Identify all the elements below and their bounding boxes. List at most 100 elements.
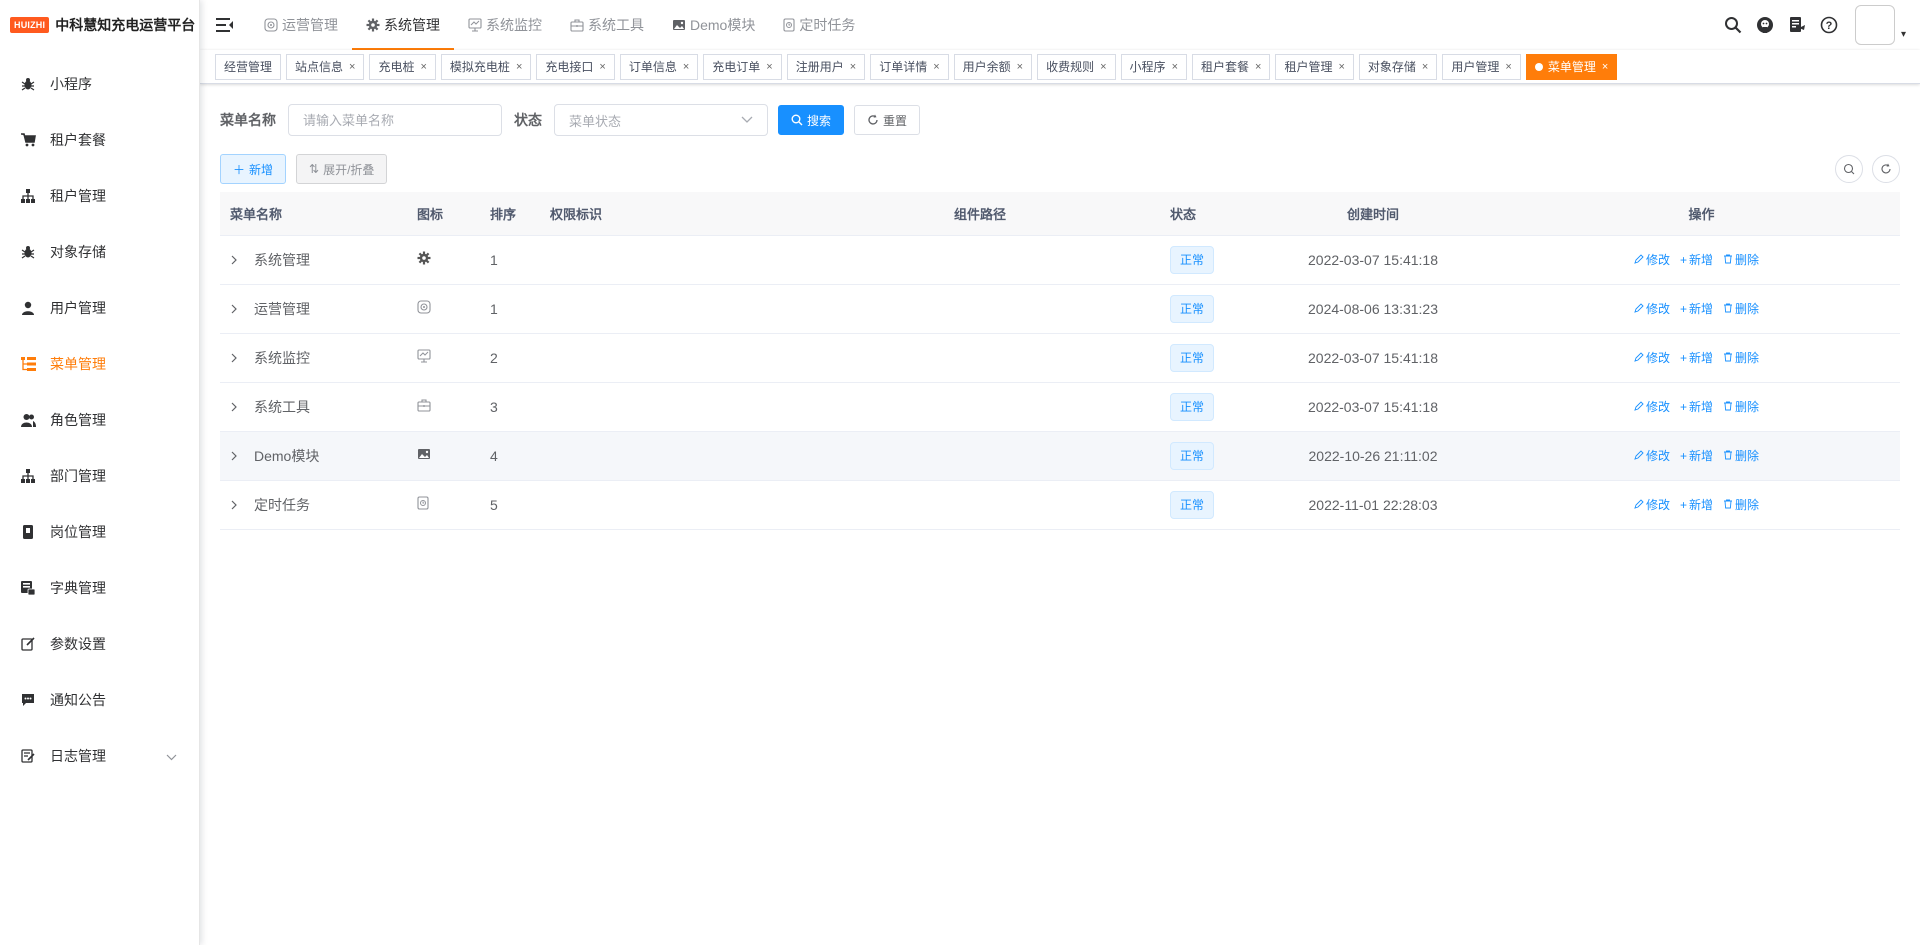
close-icon[interactable]: ×	[1422, 55, 1428, 79]
search-icon[interactable]	[1720, 12, 1746, 38]
close-icon[interactable]: ×	[1255, 55, 1261, 79]
status-select-placeholder: 菜单状态	[569, 113, 622, 129]
close-icon[interactable]: ×	[349, 55, 355, 79]
chevron-right-icon[interactable]	[230, 353, 250, 363]
delete-button[interactable]: 删除	[1723, 496, 1759, 513]
topnav-item-3[interactable]: 系统工具	[556, 0, 658, 50]
close-icon[interactable]: ×	[1172, 55, 1178, 79]
sidebar-item-7[interactable]: 部门管理	[0, 448, 199, 504]
sidebar-item-12[interactable]: 日志管理	[0, 728, 199, 784]
tag-4[interactable]: 充电接口 ×	[536, 53, 615, 80]
close-icon[interactable]: ×	[1505, 55, 1511, 79]
topnav-item-0[interactable]: 运营管理	[250, 0, 352, 50]
tag-5[interactable]: 订单信息 ×	[619, 53, 699, 80]
sidebar-item-9[interactable]: 字典管理	[0, 560, 199, 616]
chevron-down-icon	[741, 116, 753, 123]
add-child-button[interactable]: + 新增	[1680, 349, 1713, 366]
tag-3[interactable]: 模拟充电桩 ×	[440, 53, 532, 80]
delete-button[interactable]: 删除	[1723, 447, 1759, 464]
tag-16[interactable]: 菜单管理 ×	[1525, 53, 1618, 80]
help-icon[interactable]: ?	[1816, 12, 1842, 38]
edit-button[interactable]: 修改	[1634, 251, 1670, 268]
caret-down-icon[interactable]: ▾	[1901, 29, 1906, 40]
toggle-search-button[interactable]	[1835, 155, 1863, 183]
chevron-right-icon[interactable]	[230, 402, 250, 412]
status-select[interactable]: 菜单状态	[554, 104, 768, 136]
close-icon[interactable]: ×	[683, 55, 689, 79]
edit-button[interactable]: 修改	[1634, 349, 1670, 366]
tag-15[interactable]: 用户管理 ×	[1442, 53, 1521, 80]
tag-13[interactable]: 租户管理 ×	[1275, 53, 1354, 80]
sidebar-item-4[interactable]: 用户管理	[0, 280, 199, 336]
edit-label: 修改	[1645, 302, 1670, 317]
sidebar-item-2[interactable]: 租户管理	[0, 168, 199, 224]
cell-menu-name: 定时任务	[220, 480, 407, 530]
edit-button[interactable]: 修改	[1634, 447, 1670, 464]
edit-button[interactable]: 修改	[1634, 300, 1670, 317]
close-icon[interactable]: ×	[420, 55, 426, 79]
tag-10[interactable]: 收费规则 ×	[1037, 53, 1116, 80]
close-icon[interactable]: ×	[766, 55, 772, 79]
tag-2[interactable]: 充电桩 ×	[369, 53, 436, 80]
sidebar-item-label: 通知公告	[50, 692, 106, 708]
github-icon[interactable]	[1752, 12, 1778, 38]
tag-14[interactable]: 对象存储 ×	[1358, 53, 1438, 80]
tag-0[interactable]: 经营管理	[215, 53, 282, 80]
close-icon[interactable]: ×	[1100, 55, 1106, 79]
edit-icon	[20, 636, 36, 652]
add-child-button[interactable]: + 新增	[1680, 300, 1713, 317]
topnav-item-5[interactable]: 定时任务	[769, 0, 869, 50]
edit-button[interactable]: 修改	[1634, 398, 1670, 415]
edit-label: 修改	[1645, 253, 1670, 268]
edit-button[interactable]: 修改	[1634, 496, 1670, 513]
close-icon[interactable]: ×	[599, 55, 605, 79]
tag-1[interactable]: 站点信息 ×	[286, 53, 365, 80]
reset-button[interactable]: 重置	[854, 105, 921, 135]
add-child-button[interactable]: + 新增	[1680, 447, 1713, 464]
close-icon[interactable]: ×	[933, 55, 939, 79]
refresh-table-button[interactable]	[1872, 155, 1900, 183]
delete-button[interactable]: 删除	[1723, 349, 1759, 366]
sidebar-item-8[interactable]: 岗位管理	[0, 504, 199, 560]
document-icon[interactable]	[1784, 12, 1810, 38]
cell-ops: 修改 + 新增 删除	[1503, 431, 1900, 481]
avatar[interactable]	[1854, 5, 1895, 45]
sidebar-item-6[interactable]: 角色管理	[0, 392, 199, 448]
search-button[interactable]: 搜索	[778, 105, 845, 135]
sidebar-item-3[interactable]: 对象存储	[0, 224, 199, 280]
delete-button[interactable]: 删除	[1723, 398, 1759, 415]
sidebar-item-10[interactable]: 参数设置	[0, 616, 199, 672]
logo[interactable]: HUIZHI 中科慧知充电运营平台	[0, 0, 199, 50]
sidebar-item-0[interactable]: 小程序	[0, 56, 199, 112]
tag-9[interactable]: 用户余额 ×	[953, 53, 1033, 80]
topnav-item-2[interactable]: 系统监控	[454, 0, 556, 50]
add-child-button[interactable]: + 新增	[1680, 398, 1713, 415]
chevron-right-icon[interactable]	[230, 304, 250, 314]
expand-collapse-button[interactable]: ⇅ 展开/折叠	[296, 154, 388, 184]
chevron-right-icon[interactable]	[230, 451, 250, 461]
add-child-button[interactable]: + 新增	[1680, 496, 1713, 513]
sidebar-item-11[interactable]: 通知公告	[0, 672, 199, 728]
delete-button[interactable]: 删除	[1723, 300, 1759, 317]
add-button[interactable]: ＋ 新增	[220, 154, 287, 184]
tag-7[interactable]: 注册用户 ×	[786, 53, 866, 80]
sidebar-item-5[interactable]: 菜单管理	[0, 336, 199, 392]
tag-8[interactable]: 订单详情 ×	[870, 53, 949, 80]
chevron-right-icon[interactable]	[230, 255, 250, 265]
close-icon[interactable]: ×	[850, 55, 856, 79]
tag-12[interactable]: 租户套餐 ×	[1192, 53, 1271, 80]
close-icon[interactable]: ×	[516, 55, 522, 79]
tag-11[interactable]: 小程序 ×	[1120, 53, 1187, 80]
chevron-right-icon[interactable]	[230, 500, 250, 510]
menu-name-input[interactable]	[288, 104, 502, 136]
add-child-button[interactable]: + 新增	[1680, 251, 1713, 268]
delete-button[interactable]: 删除	[1723, 251, 1759, 268]
close-icon[interactable]: ×	[1602, 55, 1608, 79]
topnav-item-1[interactable]: 系统管理	[352, 0, 454, 50]
tag-6[interactable]: 充电订单 ×	[703, 53, 782, 80]
close-icon[interactable]: ×	[1017, 55, 1023, 79]
sidebar-item-1[interactable]: 租户套餐	[0, 112, 199, 168]
topnav-item-4[interactable]: Demo模块	[658, 0, 769, 50]
hamburger-toggle[interactable]	[200, 0, 250, 50]
close-icon[interactable]: ×	[1338, 55, 1344, 79]
